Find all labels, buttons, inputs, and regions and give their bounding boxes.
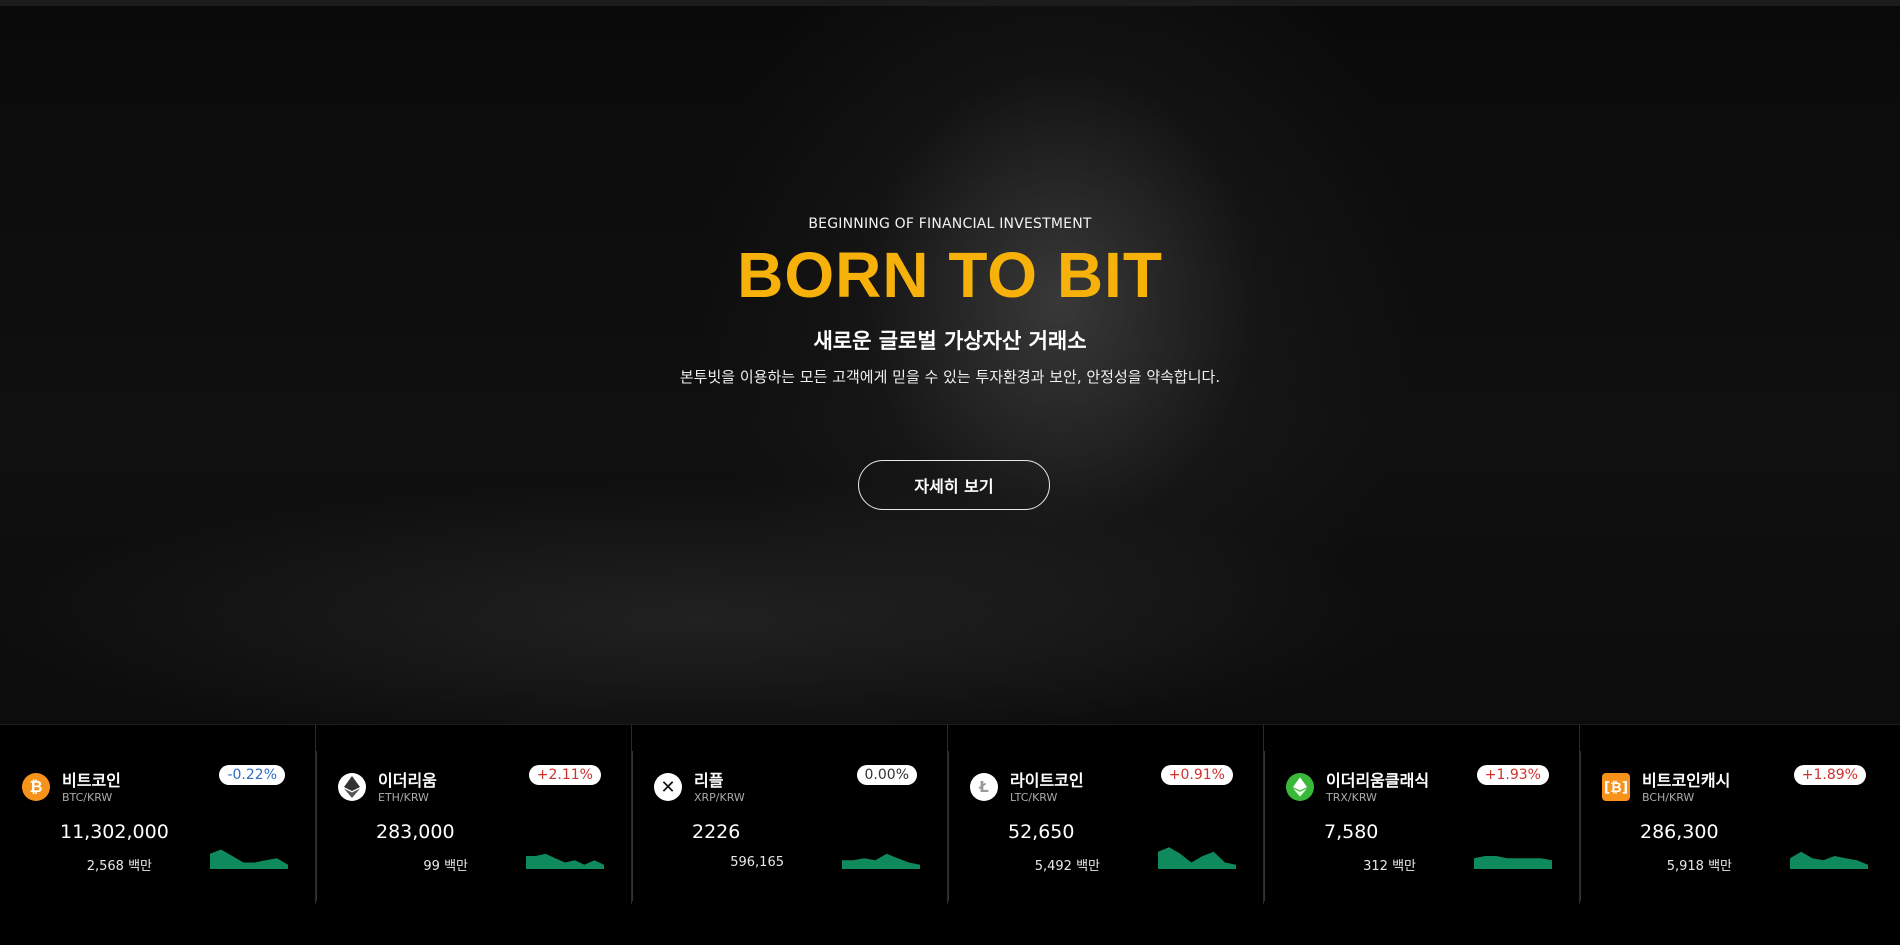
hero-subtitle: 새로운 글로벌 가상자산 거래소: [813, 329, 1087, 353]
top-bar: [0, 0, 1900, 6]
coin-name: 리플: [694, 771, 724, 790]
ethereum-icon: [338, 773, 366, 801]
coin-pair: XRP/KRW: [694, 791, 745, 804]
card-divider: [1264, 751, 1265, 901]
coin-name: 비트코인: [62, 771, 121, 790]
hero-tagline: BEGINNING OF FINANCIAL INVESTMENT: [808, 216, 1092, 232]
sparkline-area: [210, 849, 288, 869]
ripple-icon: ✕: [654, 773, 682, 801]
card-divider: [1580, 751, 1581, 901]
bitcoin-cash-icon: [₿]: [1602, 773, 1630, 801]
coin-price: 286,300: [1640, 821, 1719, 843]
sparkline-area: [526, 853, 604, 869]
coin-volume: 5,492 백만: [1034, 859, 1100, 874]
change-badge: -0.22%: [219, 765, 285, 785]
coin-volume: 312 백만: [1363, 859, 1416, 874]
sparkline-chart: [1474, 856, 1552, 869]
sparkline-chart: [1158, 847, 1236, 869]
sparkline-area: [1790, 851, 1868, 869]
coin-pair: BTC/KRW: [62, 791, 113, 804]
ethereum-classic-icon: [1286, 773, 1314, 801]
coin-volume: 5,918 백만: [1666, 859, 1732, 874]
coin-price: 2226: [692, 821, 741, 843]
ticker-card-etc[interactable]: 이더리움클래식 TRX/KRW +1.93% 7,580 312 백만: [1264, 725, 1580, 905]
sparkline-area: [1158, 847, 1236, 869]
learn-more-button[interactable]: 자세히 보기: [858, 460, 1050, 510]
sparkline-chart: [210, 849, 288, 869]
coin-volume: 99 백만: [423, 859, 468, 874]
coin-name: 라이트코인: [1010, 771, 1084, 790]
change-badge: +1.89%: [1793, 765, 1866, 785]
coin-price: 52,650: [1008, 821, 1075, 843]
coin-pair: TRX/KRW: [1326, 791, 1377, 804]
card-divider: [948, 751, 949, 901]
change-badge: +1.93%: [1476, 765, 1549, 785]
coin-price: 283,000: [376, 821, 455, 843]
ticker-card-xrp[interactable]: ✕ 리플 XRP/KRW 0.00% 2226 596,165: [632, 725, 948, 905]
litecoin-icon: Ł: [970, 773, 998, 801]
sparkline-area: [1474, 856, 1552, 869]
sparkline-chart: [842, 853, 920, 869]
coin-pair: BCH/KRW: [1642, 791, 1695, 804]
change-badge: +0.91%: [1160, 765, 1233, 785]
coin-name: 비트코인캐시: [1642, 771, 1731, 790]
sparkline-chart: [526, 853, 604, 869]
coin-pair: ETH/KRW: [378, 791, 429, 804]
coin-volume: 596,165: [730, 855, 784, 870]
bitcoin-icon: ₿: [22, 773, 50, 801]
coin-ticker-bar: ₿ 비트코인 BTC/KRW -0.22% 11,302,000 2,568 백…: [0, 724, 1900, 905]
coin-volume: 2,568 백만: [86, 859, 152, 874]
change-badge: 0.00%: [856, 765, 917, 785]
coin-name: 이더리움: [378, 771, 437, 790]
hero-section: [0, 0, 1900, 724]
hero-description: 본투빗을 이용하는 모든 고객에게 믿을 수 있는 투자환경과 보안, 안정성을…: [679, 368, 1221, 386]
coin-price: 11,302,000: [60, 821, 169, 843]
change-badge: +2.11%: [528, 765, 601, 785]
ticker-card-ltc[interactable]: Ł 라이트코인 LTC/KRW +0.91% 52,650 5,492 백만: [948, 725, 1264, 905]
sparkline-chart: [1790, 851, 1868, 869]
ticker-card-btc[interactable]: ₿ 비트코인 BTC/KRW -0.22% 11,302,000 2,568 백…: [0, 725, 316, 905]
hero-title: BORN TO BIT: [737, 239, 1163, 311]
coin-pair: LTC/KRW: [1010, 791, 1058, 804]
card-divider: [316, 751, 317, 901]
bottom-band: [0, 904, 1900, 945]
coin-name: 이더리움클래식: [1326, 771, 1430, 790]
sparkline-area: [842, 853, 920, 869]
card-divider: [632, 751, 633, 901]
ticker-card-bch[interactable]: [₿] 비트코인캐시 BCH/KRW +1.89% 286,300 5,918 …: [1580, 725, 1896, 905]
ticker-card-eth[interactable]: 이더리움 ETH/KRW +2.11% 283,000 99 백만: [316, 725, 632, 905]
coin-price: 7,580: [1324, 821, 1379, 843]
